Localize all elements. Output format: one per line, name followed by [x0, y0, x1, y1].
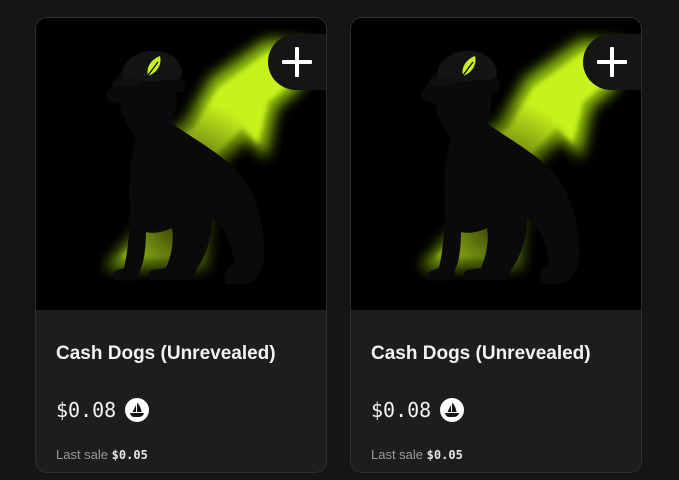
price-row: $0.08 — [56, 398, 150, 422]
add-to-cart-button[interactable] — [583, 34, 641, 90]
price-value: $0.08 — [56, 398, 117, 422]
last-sale: Last sale $0.05 — [56, 447, 148, 462]
nft-name[interactable]: Cash Dogs (Unrevealed) — [371, 343, 591, 365]
last-sale-value: $0.05 — [426, 448, 463, 462]
nft-artwork[interactable] — [36, 18, 326, 310]
opensea-icon — [440, 398, 465, 422]
nft-artwork[interactable] — [351, 18, 641, 310]
last-sale-label: Last sale — [371, 447, 424, 462]
price-row: $0.08 — [371, 398, 465, 422]
opensea-icon — [125, 398, 150, 422]
nft-name[interactable]: Cash Dogs (Unrevealed) — [56, 343, 276, 365]
plus-icon — [597, 47, 627, 77]
nft-card[interactable]: Cash Dogs (Unrevealed) $0.08 Last sale $… — [35, 17, 327, 473]
page: Cash Dogs (Unrevealed) $0.08 Last sale $… — [0, 0, 679, 480]
last-sale: Last sale $0.05 — [371, 447, 463, 462]
plus-icon — [282, 47, 312, 77]
add-to-cart-button[interactable] — [268, 34, 326, 90]
price-value: $0.08 — [371, 398, 432, 422]
last-sale-label: Last sale — [56, 447, 109, 462]
nft-card[interactable]: Cash Dogs (Unrevealed) $0.08 Last sale $… — [350, 17, 642, 473]
last-sale-value: $0.05 — [111, 448, 148, 462]
